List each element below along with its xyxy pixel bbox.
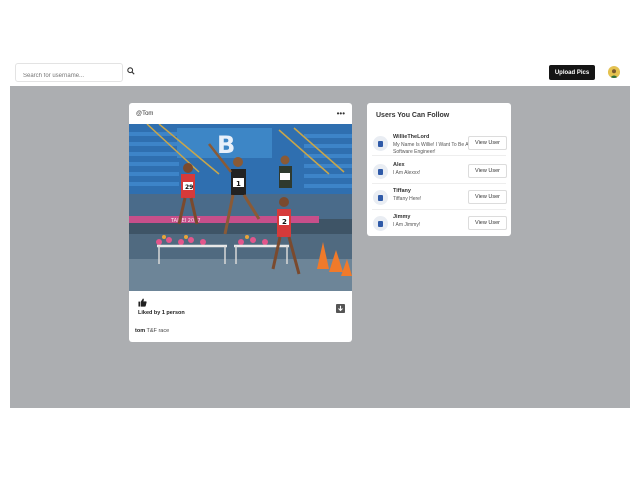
user-row: WillieTheLord My Name Is Willie! I Want …: [372, 132, 507, 156]
view-user-button[interactable]: View User: [468, 216, 507, 230]
user-bio: Tiffany Here!: [393, 196, 422, 202]
upload-pics-button[interactable]: Upload Pics: [549, 65, 595, 80]
search-icon[interactable]: [127, 67, 135, 75]
user-bio: My Name Is Willie! I Want To Be A Softwa…: [393, 142, 469, 155]
user-row: Jimmy I Am Jimmy! View User: [372, 212, 507, 236]
svg-text:2: 2: [282, 218, 287, 226]
user-avatar-icon: [373, 164, 388, 179]
users-to-follow-card: Users You Can Follow WillieTheLord My Na…: [367, 103, 511, 236]
search-field[interactable]: [15, 63, 123, 85]
post-header: @Tom •••: [129, 103, 352, 124]
user-name: Jimmy: [393, 214, 411, 220]
suggestions-title: Users You Can Follow: [376, 112, 450, 119]
avatar-illustration-icon: [608, 67, 620, 78]
post-username[interactable]: @Tom: [136, 111, 153, 117]
user-name: Alex: [393, 162, 405, 168]
likes-count-text: Liked by 1 person: [138, 310, 185, 316]
view-user-button[interactable]: View User: [468, 136, 507, 150]
svg-text:29: 29: [185, 184, 193, 191]
user-avatar-icon: [373, 136, 388, 151]
caption-text: T&F race: [146, 328, 170, 334]
view-user-button[interactable]: View User: [468, 164, 507, 178]
user-row: Alex I Am Alexxx! View User: [372, 160, 507, 184]
post-caption: tom T&F race: [135, 328, 169, 334]
page: Upload Pics @Tom •••: [0, 0, 640, 480]
post-card: @Tom ••• B TAIPEI 2017 29 1 2 Liked by 1…: [129, 103, 352, 342]
save-icon[interactable]: [336, 304, 345, 313]
thumbs-up-icon[interactable]: [138, 298, 147, 307]
main-content: @Tom ••• B TAIPEI 2017 29 1 2 Liked by 1…: [10, 86, 630, 408]
top-bar: Upload Pics: [10, 58, 630, 86]
user-avatar[interactable]: [608, 66, 620, 78]
user-row: Tiffany Tiffany Here! View User: [372, 186, 507, 210]
caption-username[interactable]: tom: [135, 328, 145, 334]
view-user-button[interactable]: View User: [468, 190, 507, 204]
user-avatar-icon: [373, 190, 388, 205]
user-avatar-icon: [373, 216, 388, 231]
search-input[interactable]: [16, 67, 122, 85]
svg-text:1: 1: [236, 180, 241, 188]
more-options-icon[interactable]: •••: [337, 109, 345, 118]
user-name: WillieTheLord: [393, 134, 430, 140]
post-photo: B TAIPEI 2017 29 1 2: [129, 124, 352, 291]
user-name: Tiffany: [393, 188, 411, 194]
user-bio: I Am Jimmy!: [393, 222, 421, 228]
user-bio: I Am Alexxx!: [393, 170, 421, 176]
svg-text:B: B: [217, 131, 235, 159]
